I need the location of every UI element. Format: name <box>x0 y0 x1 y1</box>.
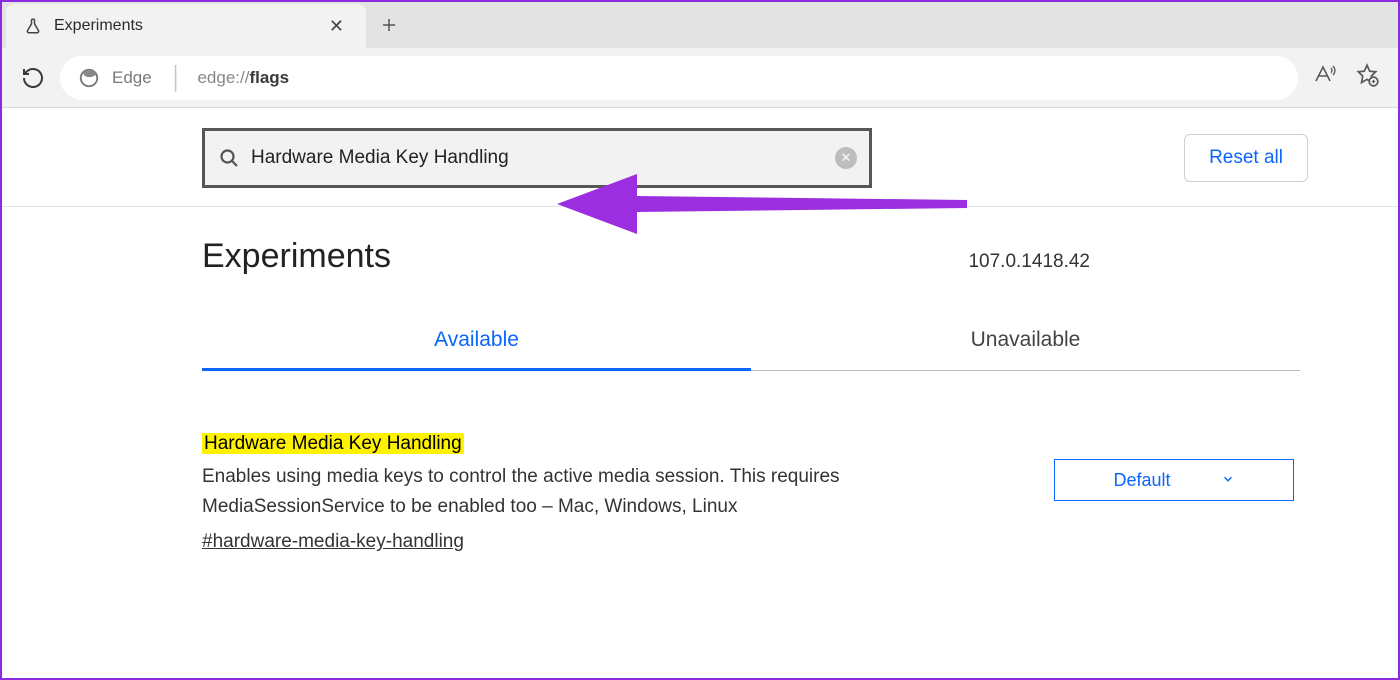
search-input[interactable] <box>251 147 825 169</box>
flag-anchor-link[interactable]: #hardware-media-key-handling <box>202 527 464 556</box>
favorites-icon[interactable] <box>1354 62 1380 93</box>
page-content: ✕ Reset all Experiments 107.0.1418.42 Av… <box>2 108 1398 557</box>
chevron-down-icon <box>1221 470 1235 491</box>
browser-tab[interactable]: Experiments ✕ <box>6 4 366 48</box>
reload-button[interactable] <box>20 65 46 91</box>
flag-state-select[interactable]: Default <box>1054 459 1294 501</box>
flag-select-wrap: Default <box>1054 459 1294 501</box>
page-title: Experiments <box>202 237 391 276</box>
flags-topbar: ✕ Reset all <box>2 108 1398 207</box>
search-icon <box>217 146 241 170</box>
clear-search-icon[interactable]: ✕ <box>835 147 857 169</box>
version-label: 107.0.1418.42 <box>968 251 1090 273</box>
browser-chrome: Experiments ✕ Edge │ edge://flags <box>2 2 1398 108</box>
flag-select-value: Default <box>1113 470 1170 491</box>
new-tab-button[interactable] <box>366 2 412 48</box>
search-box[interactable]: ✕ <box>202 128 872 188</box>
address-bar[interactable]: Edge │ edge://flags <box>60 56 1298 100</box>
close-icon[interactable]: ✕ <box>323 14 350 39</box>
tab-available[interactable]: Available <box>202 316 751 370</box>
flask-icon <box>24 17 42 35</box>
omnibox-url: edge://flags <box>197 68 289 88</box>
tab-title: Experiments <box>54 17 311 35</box>
experiment-tabs: Available Unavailable <box>202 316 1300 371</box>
flag-title: Hardware Media Key Handling <box>202 433 464 454</box>
flag-text: Hardware Media Key Handling Enables usin… <box>202 429 882 557</box>
toolbar-actions <box>1312 62 1380 93</box>
flag-item: Hardware Media Key Handling Enables usin… <box>202 429 1300 557</box>
header-row: Experiments 107.0.1418.42 <box>202 237 1300 276</box>
omnibox-separator: │ <box>170 65 184 91</box>
main-content: Experiments 107.0.1418.42 Available Unav… <box>2 207 1398 557</box>
tab-unavailable[interactable]: Unavailable <box>751 316 1300 370</box>
reset-all-button[interactable]: Reset all <box>1184 134 1308 182</box>
omnibox-source-label: Edge <box>112 68 152 88</box>
edge-logo-icon <box>78 67 100 89</box>
tab-strip: Experiments ✕ <box>2 2 1398 48</box>
flag-description: Enables using media keys to control the … <box>202 462 882 521</box>
browser-toolbar: Edge │ edge://flags <box>2 48 1398 108</box>
read-aloud-icon[interactable] <box>1312 62 1336 93</box>
